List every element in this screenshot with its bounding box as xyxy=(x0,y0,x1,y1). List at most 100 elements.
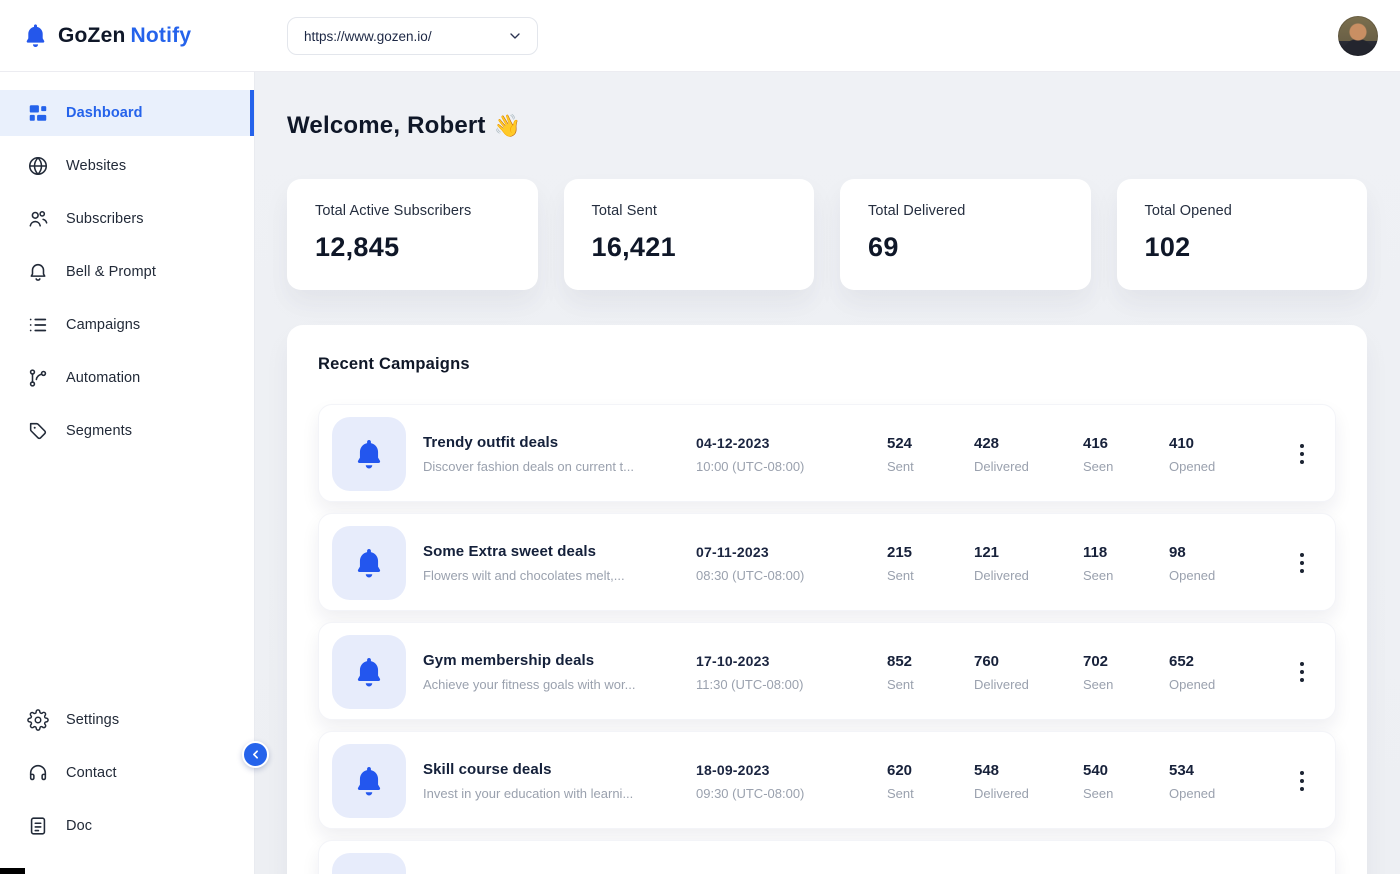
stats-row: Total Active Subscribers 12,845 Total Se… xyxy=(287,179,1367,290)
sidebar-footer-nav: Settings Contact Doc xyxy=(0,697,254,856)
sidebar-item-bell-prompt[interactable]: Bell & Prompt xyxy=(0,249,254,295)
stat-label: Total Opened xyxy=(1145,203,1348,219)
website-url-selector[interactable]: https://www.gozen.io/ xyxy=(287,17,538,55)
main-content: Welcome, Robert 👋 Total Active Subscribe… xyxy=(255,72,1400,874)
campaign-stat-opened: 98 Opened xyxy=(1169,544,1291,583)
campaign-stat-delivered: 548 Delivered xyxy=(974,762,1083,801)
campaign-rows: Trendy outfit deals Discover fashion dea… xyxy=(318,404,1336,874)
chevron-down-icon xyxy=(507,28,523,44)
campaign-stat-opened: 410 Opened xyxy=(1169,435,1291,474)
campaign-date: 04-12-2023 xyxy=(696,435,887,451)
campaign-stat-opened: 132 Opened xyxy=(1169,871,1291,874)
stat-value: 16,421 xyxy=(592,232,795,263)
screen-corner-artifact xyxy=(0,868,25,874)
doc-icon xyxy=(27,815,49,837)
campaign-icon-tile xyxy=(332,853,406,874)
bell-logo-icon xyxy=(22,22,49,49)
sidebar-item-campaigns[interactable]: Campaigns xyxy=(0,302,254,348)
campaign-stat-sent: 620 Sent xyxy=(887,762,974,801)
campaign-row[interactable]: Skill course deals Invest in your educat… xyxy=(318,731,1336,829)
sidebar-item-segments[interactable]: Segments xyxy=(0,408,254,454)
recent-campaigns-panel: Recent Campaigns Trendy outfit deals Dis… xyxy=(287,325,1367,874)
sidebar-item-label: Websites xyxy=(66,158,126,174)
campaign-stat-seen: 118 Seen xyxy=(1083,544,1169,583)
campaign-stat-seen: 702 Seen xyxy=(1083,653,1169,692)
campaign-stat-delivered: 428 Delivered xyxy=(974,435,1083,474)
sidebar-item-label: Bell & Prompt xyxy=(66,264,156,280)
stat-label: Total Delivered xyxy=(868,203,1071,219)
page-title: Welcome, Robert 👋 xyxy=(287,112,1367,140)
campaign-title: Gym membership deals xyxy=(423,652,696,669)
dashboard-icon xyxy=(27,102,49,124)
campaign-description: Flowers wilt and chocolates melt,... xyxy=(423,568,696,583)
campaign-row[interactable]: Gym membership deals Achieve your fitnes… xyxy=(318,622,1336,720)
globe-icon xyxy=(27,155,49,177)
campaign-stat-seen: 540 Seen xyxy=(1083,762,1169,801)
campaign-icon-tile xyxy=(332,526,406,600)
campaign-stat-sent: 524 Sent xyxy=(887,435,974,474)
stat-label: Total Sent xyxy=(592,203,795,219)
campaign-stat-delivered: 121 Delivered xyxy=(974,544,1083,583)
campaign-time: 08:30 (UTC-08:00) xyxy=(696,568,887,583)
row-menu-kebab-icon[interactable] xyxy=(1294,547,1310,579)
campaign-stat-opened: 534 Opened xyxy=(1169,762,1291,801)
branch-icon xyxy=(27,367,49,389)
recent-campaigns-title: Recent Campaigns xyxy=(318,355,1336,374)
campaign-time: 11:30 (UTC-08:00) xyxy=(696,677,887,692)
app-screen: GoZenNotify https://www.gozen.io/ Dashbo… xyxy=(0,0,1400,874)
campaign-stat-delivered: 208 Delivered xyxy=(974,871,1083,874)
campaign-description: Discover fashion deals on current t... xyxy=(423,459,696,474)
selected-website-url: https://www.gozen.io/ xyxy=(304,29,432,44)
brand-name: GoZenNotify xyxy=(58,24,191,48)
sidebar: Dashboard Websites Subscribers Bell & Pr… xyxy=(0,72,255,874)
campaign-row[interactable]: Some Extra sweet deals Flowers wilt and … xyxy=(318,513,1336,611)
campaign-icon-tile xyxy=(332,635,406,709)
campaign-time: 10:00 (UTC-08:00) xyxy=(696,459,887,474)
campaign-stat-opened: 652 Opened xyxy=(1169,653,1291,692)
sidebar-item-settings[interactable]: Settings xyxy=(0,697,254,743)
sidebar-item-websites[interactable]: Websites xyxy=(0,143,254,189)
app-logo: GoZenNotify xyxy=(0,22,255,49)
campaign-icon-tile xyxy=(332,417,406,491)
sidebar-item-contact[interactable]: Contact xyxy=(0,750,254,796)
sidebar-item-label: Campaigns xyxy=(66,317,140,333)
row-menu-kebab-icon[interactable] xyxy=(1294,656,1310,688)
sidebar-item-label: Dashboard xyxy=(66,105,143,121)
bell-outline-icon xyxy=(27,261,49,283)
campaign-title: Some Extra sweet deals xyxy=(423,543,696,560)
campaign-stat-delivered: 760 Delivered xyxy=(974,653,1083,692)
row-menu-kebab-icon[interactable] xyxy=(1294,765,1310,797)
sidebar-item-automation[interactable]: Automation xyxy=(0,355,254,401)
bell-icon xyxy=(352,437,386,471)
stat-value: 69 xyxy=(868,232,1071,263)
sidebar-item-dashboard[interactable]: Dashboard xyxy=(0,90,254,136)
campaign-description: Invest in your education with learni... xyxy=(423,786,696,801)
campaign-time: 09:30 (UTC-08:00) xyxy=(696,786,887,801)
campaign-date: 17-10-2023 xyxy=(696,653,887,669)
brand-name-secondary: Notify xyxy=(131,24,192,47)
campaign-title: Skill course deals xyxy=(423,761,696,778)
sidebar-item-label: Subscribers xyxy=(66,211,144,227)
bell-icon xyxy=(352,655,386,689)
list-icon xyxy=(27,314,49,336)
headphones-icon xyxy=(27,762,49,784)
sidebar-item-doc[interactable]: Doc xyxy=(0,803,254,849)
campaign-stat-seen: 416 Seen xyxy=(1083,435,1169,474)
sidebar-item-label: Automation xyxy=(66,370,140,386)
campaign-row[interactable]: Trendy outfit deals Discover fashion dea… xyxy=(318,404,1336,502)
campaign-description: Achieve your fitness goals with wor... xyxy=(423,677,696,692)
campaign-icon-tile xyxy=(332,744,406,818)
campaign-stat-sent: 243 Sent xyxy=(887,871,974,874)
bell-icon xyxy=(352,764,386,798)
sidebar-nav: Dashboard Websites Subscribers Bell & Pr… xyxy=(0,72,254,454)
sidebar-collapse-button[interactable] xyxy=(242,741,269,768)
row-menu-kebab-icon[interactable] xyxy=(1294,438,1310,470)
bell-icon xyxy=(352,546,386,580)
campaign-row[interactable]: Flash deals on electronics 20-07-2023 24… xyxy=(318,840,1336,874)
stat-card: Total Sent 16,421 xyxy=(564,179,815,290)
sidebar-item-subscribers[interactable]: Subscribers xyxy=(0,196,254,242)
wave-emoji: 👋 xyxy=(494,113,522,139)
tag-icon xyxy=(27,420,49,442)
gear-icon xyxy=(27,709,49,731)
user-avatar[interactable] xyxy=(1338,16,1378,56)
